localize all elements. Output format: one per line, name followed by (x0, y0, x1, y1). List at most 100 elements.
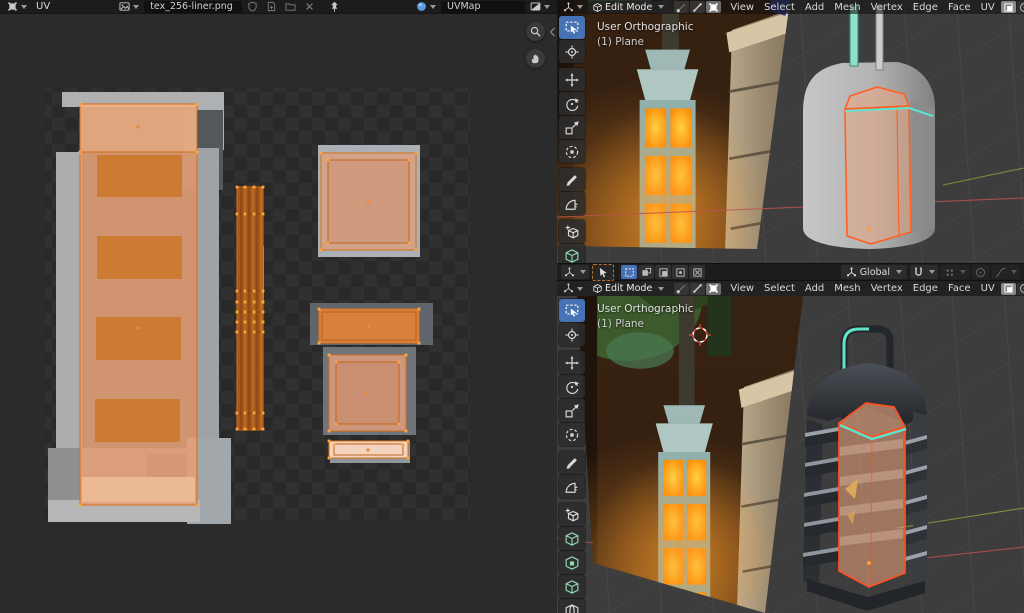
edge-select-button[interactable] (690, 283, 705, 295)
editor-type-button[interactable] (560, 1, 586, 14)
uv-canvas[interactable] (0, 14, 557, 613)
face-select-button[interactable] (706, 1, 721, 13)
menu-mesh[interactable]: Mesh (830, 283, 864, 294)
pin-button[interactable] (326, 0, 343, 13)
model-lantern-top[interactable] (803, 6, 935, 249)
measure-tool[interactable] (559, 475, 585, 498)
menu-vertex[interactable]: Vertex (867, 2, 907, 13)
collapse-arrow-icon[interactable] (549, 22, 556, 41)
menu-uv[interactable]: UV (977, 2, 999, 13)
rotate-tool[interactable] (559, 375, 585, 398)
display-channels-icon (530, 1, 541, 12)
mode-selector[interactable]: Edit Mode (588, 1, 669, 13)
cursor-tool[interactable] (559, 323, 585, 346)
editor-type-button[interactable] (561, 265, 589, 279)
chevron-down-icon (1011, 270, 1017, 274)
axis-x-line (925, 547, 1024, 558)
image-name-field[interactable]: tex_256-liner.png (144, 1, 242, 13)
unlink-button[interactable] (301, 0, 318, 13)
select-extend-button[interactable] (638, 265, 654, 279)
toggle-xray-button[interactable] (1001, 1, 1016, 13)
move-tool[interactable] (559, 68, 585, 91)
bevel-tool[interactable] (559, 575, 585, 598)
selected-glass[interactable] (839, 403, 905, 587)
extrude-region-tool[interactable] (559, 503, 585, 526)
mode-label: Edit Mode (605, 2, 652, 13)
proportional-falloff-dropdown[interactable] (992, 265, 1020, 279)
pin-icon (329, 1, 340, 12)
transform-tool[interactable] (559, 423, 585, 446)
snapping-toggle[interactable] (910, 265, 938, 279)
scale-tool[interactable] (559, 116, 585, 139)
mode-selector[interactable]: Edit Mode (588, 283, 669, 295)
zoom-icon[interactable] (526, 22, 545, 41)
menu-add[interactable]: Add (801, 283, 828, 294)
viewport-top[interactable]: User Orthographic (1) Plane Edit Mode (557, 0, 1024, 263)
image-browse-button[interactable] (116, 0, 142, 13)
menu-vertex[interactable]: Vertex (867, 283, 907, 294)
editor-type-button[interactable] (4, 0, 30, 13)
select-intersect-button[interactable] (689, 265, 705, 279)
vertex-select-button[interactable] (674, 1, 689, 13)
model-lantern-bottom[interactable] (803, 329, 929, 611)
menu-face[interactable]: Face (944, 283, 975, 294)
vertex-select-button[interactable] (674, 283, 689, 295)
cursor-tool[interactable] (559, 40, 585, 63)
select-mode-buttons (621, 265, 705, 279)
wireframe-shading-button[interactable] (1017, 1, 1024, 13)
face-select-button[interactable] (706, 283, 721, 295)
fake-user-button[interactable] (244, 0, 261, 13)
proportional-editing-toggle[interactable] (972, 265, 989, 279)
display-channels-button[interactable] (527, 0, 553, 13)
open-image-button[interactable] (282, 0, 299, 13)
rotate-tool[interactable] (559, 92, 585, 115)
pan-hand-icon[interactable] (526, 49, 545, 68)
uv-map-select-button[interactable] (413, 0, 439, 13)
inset-faces-tool[interactable] (559, 527, 585, 550)
chevron-down-icon (544, 5, 550, 9)
loop-cut-tool[interactable] (559, 599, 585, 613)
menu-select[interactable]: Select (760, 283, 799, 294)
edge-select-button[interactable] (690, 1, 705, 13)
new-image-button[interactable] (263, 0, 280, 13)
mode-label: Edit Mode (605, 283, 652, 294)
move-tool[interactable] (559, 351, 585, 374)
wireframe-shading-button[interactable] (1017, 283, 1024, 295)
select-invert-button[interactable] (672, 265, 688, 279)
uv-island-frame-strips[interactable] (237, 187, 263, 430)
annotate-tool[interactable] (559, 168, 585, 191)
menu-uv[interactable]: UV (32, 1, 54, 12)
viewport-bottom[interactable]: User Orthographic (1) Plane Edit Mode (557, 281, 1024, 613)
measure-tool[interactable] (559, 192, 585, 215)
transform-tool[interactable] (559, 140, 585, 163)
annotate-tool[interactable] (559, 451, 585, 474)
extrude-region-tool[interactable] (559, 220, 585, 243)
proportional-circle-icon (975, 267, 986, 278)
snap-with-dropdown[interactable] (941, 265, 969, 279)
menu-edge[interactable]: Edge (909, 283, 942, 294)
menu-edge[interactable]: Edge (909, 2, 942, 13)
menu-uv[interactable]: UV (977, 283, 999, 294)
select-set-button[interactable] (621, 265, 637, 279)
uv-island-lantern-side[interactable] (80, 104, 197, 505)
active-tool-button[interactable] (592, 264, 614, 281)
select-subtract-button[interactable] (655, 265, 671, 279)
transform-orientation-dropdown[interactable]: Global (841, 265, 907, 279)
menu-face[interactable]: Face (944, 2, 975, 13)
select-box-tool[interactable] (559, 16, 585, 39)
editor-type-button[interactable] (560, 282, 586, 295)
falloff-curve-icon (995, 267, 1006, 278)
menu-mesh[interactable]: Mesh (830, 2, 864, 13)
menu-view[interactable]: View (726, 2, 758, 13)
inset-individual-tool[interactable] (559, 551, 585, 574)
menu-add[interactable]: Add (801, 2, 828, 13)
scale-tool[interactable] (559, 399, 585, 422)
tool-settings-bar: Global (557, 263, 1024, 281)
uvmap-name-field[interactable]: UVMap (441, 1, 525, 13)
chevron-down-icon (658, 5, 664, 9)
select-box-tool[interactable] (559, 299, 585, 322)
menu-select[interactable]: Select (760, 2, 799, 13)
toggle-xray-button[interactable] (1001, 283, 1016, 295)
menu-view[interactable]: View (726, 283, 758, 294)
inset-faces-tool[interactable] (559, 244, 585, 263)
